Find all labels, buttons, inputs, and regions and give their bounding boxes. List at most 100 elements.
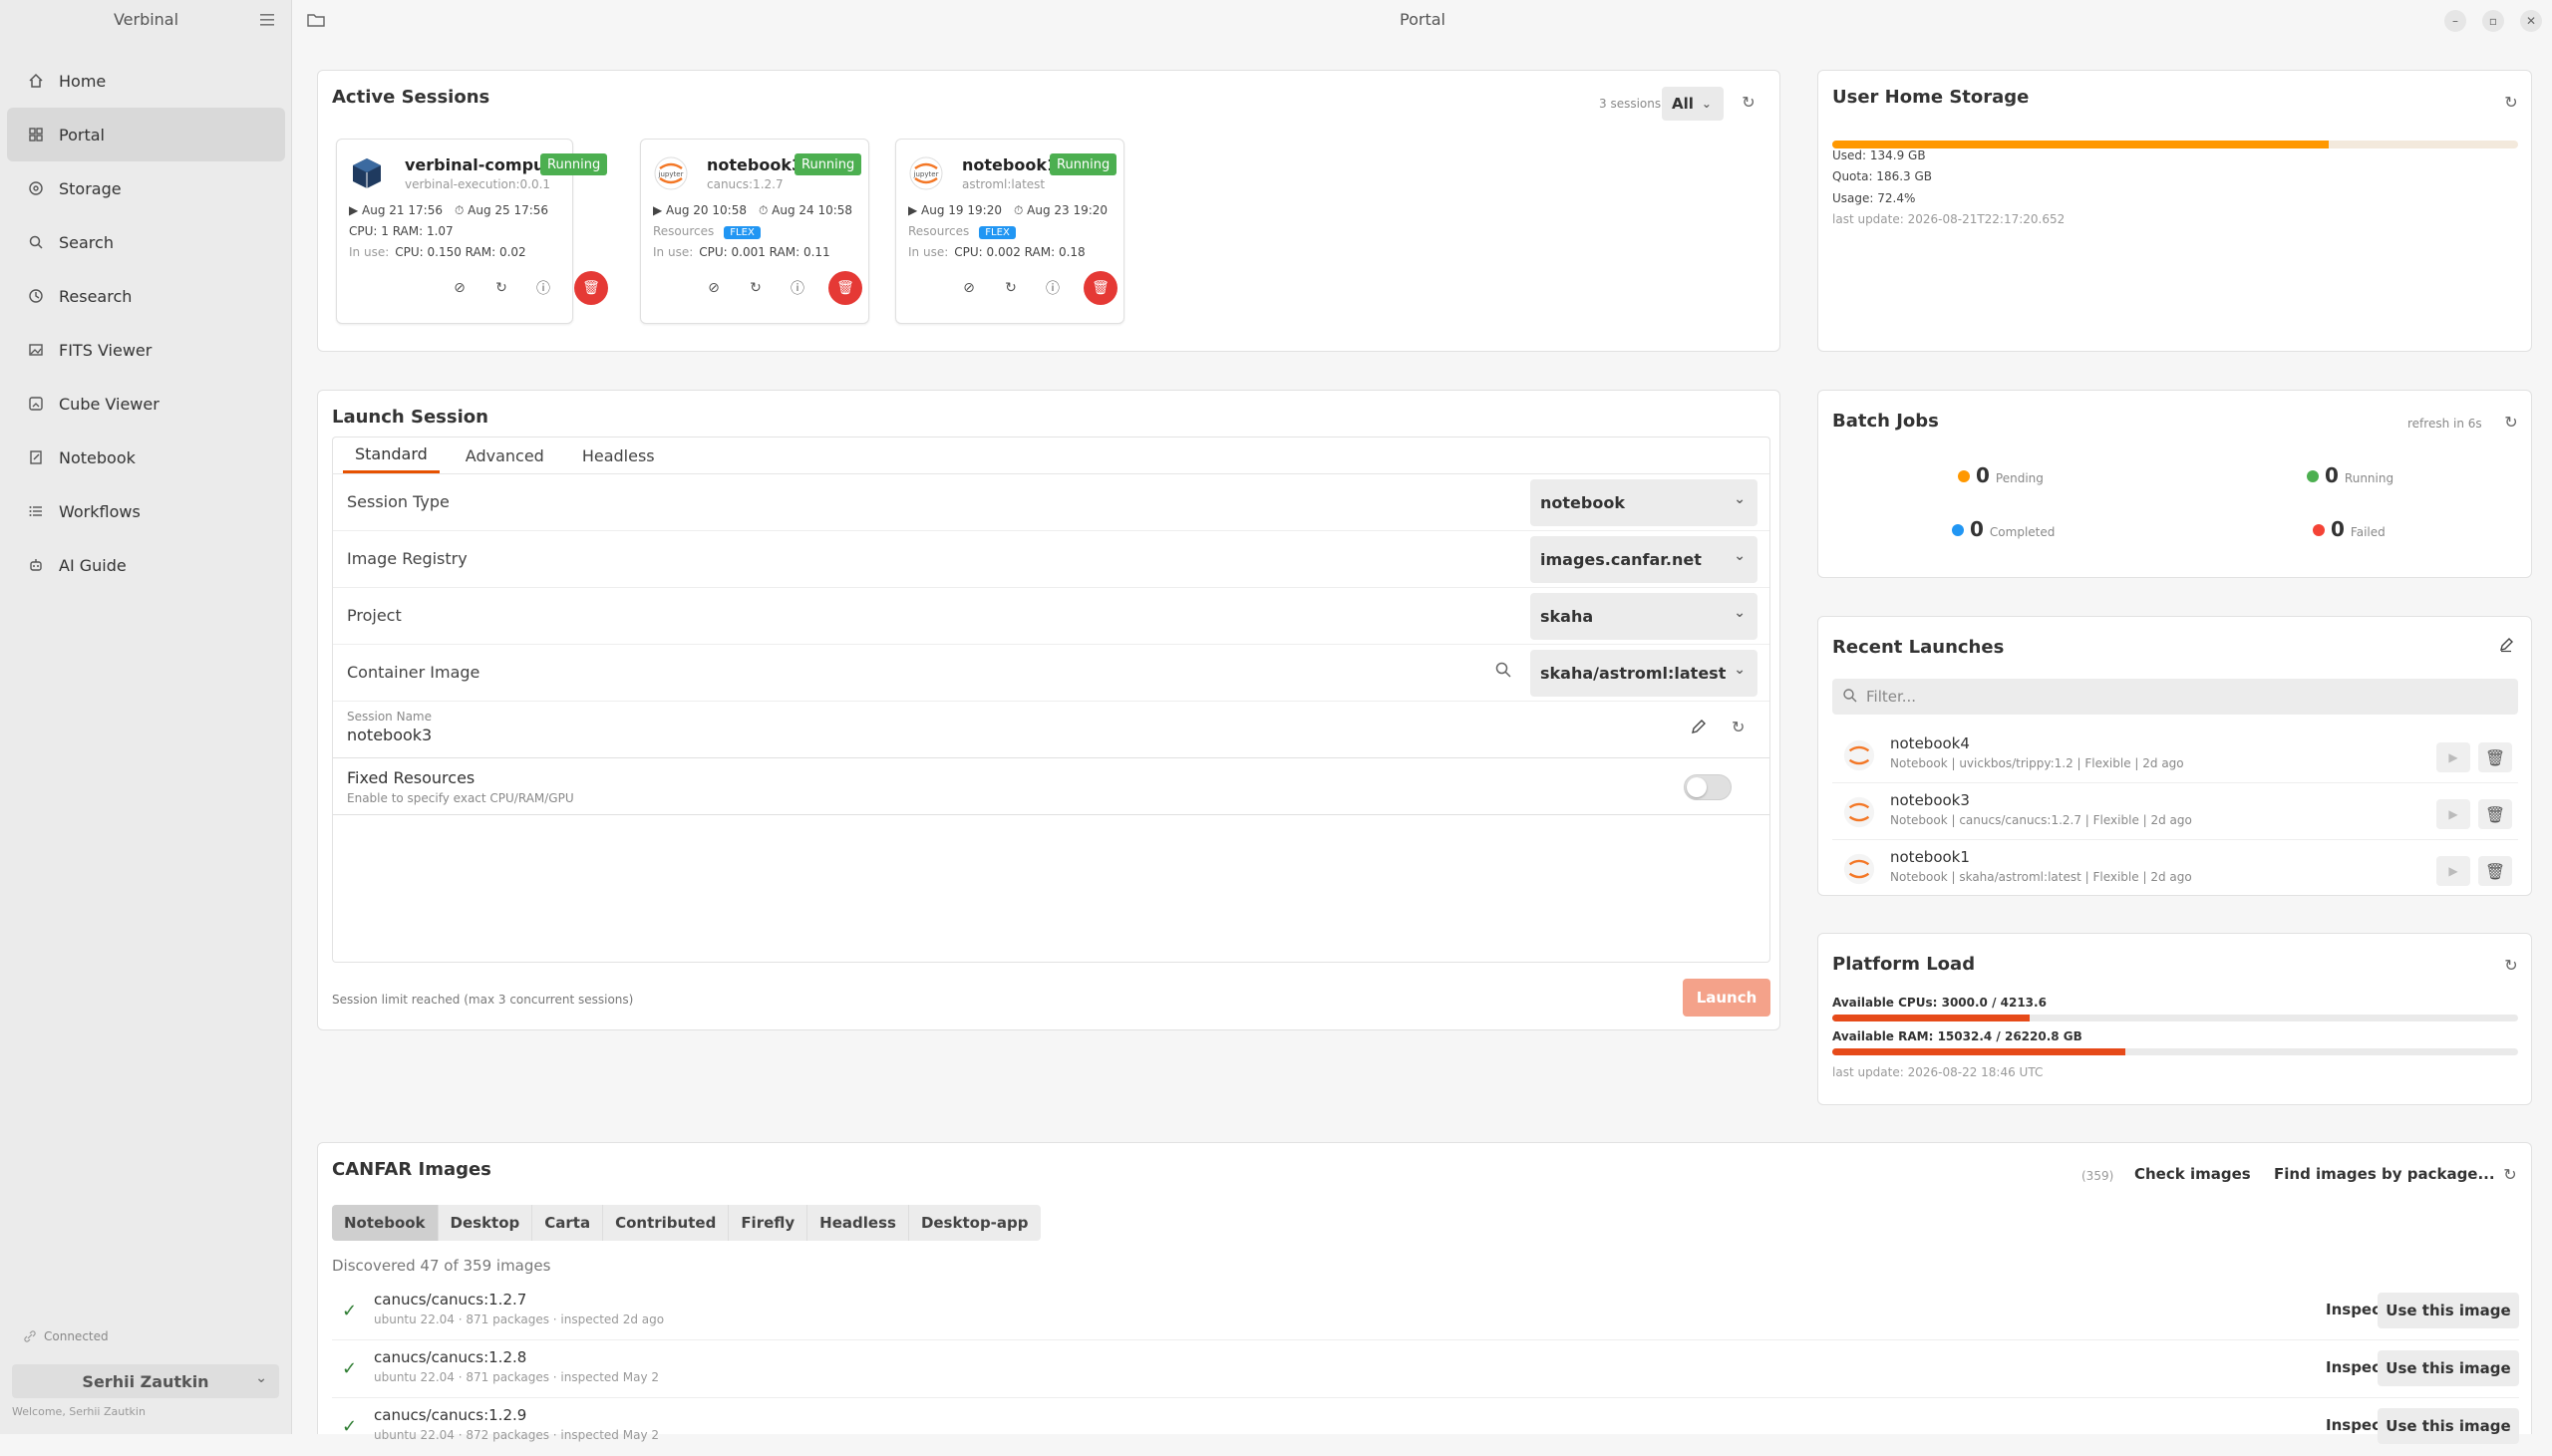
chevron-down-icon: ⌄ (255, 1370, 267, 1386)
storage-refresh-button[interactable]: ↻ (2500, 91, 2522, 113)
batch-refresh-button[interactable]: ↻ (2500, 411, 2522, 433)
container-image-select[interactable]: skaha/astroml:latest ⌄ (1530, 650, 1757, 697)
session-image: astroml:latest (962, 177, 1046, 191)
remove-recent-button[interactable]: 🗑 (2478, 856, 2512, 886)
sidebar-item-label: Home (59, 71, 107, 91)
user-menu-button[interactable]: Serhii Zautkin ⌄ (12, 1364, 279, 1398)
sidebar-item-ai-guide[interactable]: AI Guide (7, 538, 285, 592)
renew-session-button[interactable]: ↻ (745, 277, 767, 299)
open-session-button[interactable]: ⊘ (449, 277, 471, 299)
project-select[interactable]: skaha ⌄ (1530, 593, 1757, 640)
sidebar-item-home[interactable]: Home (7, 54, 285, 108)
sidebar-item-cube-viewer[interactable]: Cube Viewer (7, 377, 285, 431)
refresh-icon: ↻ (2504, 955, 2518, 975)
use-image-button[interactable]: Use this image (2378, 1293, 2519, 1328)
canfar-images-card: CANFAR Images (359) Check images Find im… (317, 1142, 2532, 1444)
tab-headless[interactable]: Headless (807, 1205, 909, 1241)
platform-refresh-button[interactable]: ↻ (2500, 954, 2522, 976)
clear-recent-button[interactable] (2498, 637, 2518, 657)
delete-session-button[interactable]: 🗑 (574, 271, 608, 305)
session-type-select[interactable]: notebook ⌄ (1530, 479, 1757, 526)
session-info-button[interactable]: ⓘ (1042, 277, 1064, 299)
refresh-icon: ↻ (750, 280, 762, 296)
chevron-down-icon: ⌄ (1734, 662, 1746, 678)
session-start: ▶ Aug 20 10:58 (653, 203, 747, 218)
session-info-button[interactable]: ⓘ (787, 277, 808, 299)
play-icon: ▶ (2448, 807, 2458, 821)
images-refresh-button[interactable]: ↻ (2499, 1163, 2521, 1185)
session-resources: Resources FLEX (653, 224, 761, 239)
clock-icon: ⏱ (758, 203, 773, 217)
sidebar-item-portal[interactable]: Portal (7, 108, 285, 161)
remove-recent-button[interactable]: 🗑 (2478, 742, 2512, 772)
recent-filter-input[interactable]: Filter... (1832, 679, 2518, 715)
inuse-value: CPU: 0.150 RAM: 0.02 (395, 245, 526, 259)
session-info-button[interactable]: ⓘ (532, 277, 554, 299)
sidebar-item-search[interactable]: Search (7, 215, 285, 269)
tab-notebook[interactable]: Notebook (332, 1205, 439, 1241)
sessions-refresh-button[interactable]: ↻ (1738, 91, 1759, 113)
session-start: ▶ Aug 21 17:56 (349, 203, 443, 218)
minimize-button[interactable]: – (2444, 10, 2466, 32)
open-session-button[interactable]: ⊘ (958, 277, 980, 299)
maximize-button[interactable]: ▫ (2482, 10, 2504, 32)
renew-session-button[interactable]: ↻ (490, 277, 512, 299)
toggle-knob (1687, 777, 1707, 797)
history-icon (27, 287, 45, 305)
trash-icon: 🗑 (836, 280, 854, 296)
delete-session-button[interactable]: 🗑 (828, 271, 862, 305)
recent-meta: Notebook | skaha/astroml:latest | Flexib… (1890, 870, 2192, 884)
flex-badge: FLEX (979, 226, 1016, 239)
fixed-resources-toggle[interactable] (1684, 774, 1732, 800)
table-row: ✓ canucs/canucs:1.2.8 ubuntu 22.04 · 871… (332, 1340, 2519, 1398)
tab-standard[interactable]: Standard (343, 437, 440, 473)
sidebar-item-storage[interactable]: Storage (7, 161, 285, 215)
use-image-button[interactable]: Use this image (2378, 1408, 2519, 1444)
compass-icon: ⊘ (454, 280, 466, 296)
open-session-button[interactable]: ⊘ (703, 277, 725, 299)
link-icon (24, 1330, 36, 1342)
tab-headless[interactable]: Headless (570, 437, 667, 473)
sidebar-toggle-button[interactable] (255, 8, 279, 32)
launch-session-card: Launch Session Standard Advanced Headles… (317, 390, 1780, 1030)
tab-firefly[interactable]: Firefly (729, 1205, 808, 1241)
session-name-input[interactable]: notebook3 (347, 726, 432, 744)
batch-stat-value: 0 (1970, 517, 1984, 541)
tab-desktop-app[interactable]: Desktop-app (909, 1205, 1041, 1241)
chevron-down-icon: ⌄ (1734, 491, 1746, 507)
launch-button[interactable]: Launch (1683, 979, 1770, 1017)
close-button[interactable]: ✕ (2520, 10, 2542, 32)
session-inuse: In use: CPU: 0.150 RAM: 0.02 (349, 245, 526, 259)
delete-session-button[interactable]: 🗑 (1084, 271, 1117, 305)
image-icon (27, 341, 45, 359)
menu-icon (260, 14, 274, 26)
sidebar-item-research[interactable]: Research (7, 269, 285, 323)
regenerate-name-button[interactable]: ↻ (1732, 718, 1754, 739)
relaunch-button[interactable]: ▶ (2436, 742, 2470, 772)
eraser-icon (2500, 638, 2513, 653)
use-image-button[interactable]: Use this image (2378, 1350, 2519, 1386)
image-registry-select[interactable]: images.canfar.net ⌄ (1530, 536, 1757, 583)
find-by-package-button[interactable]: Find images by package... (2274, 1165, 2495, 1183)
tab-desktop[interactable]: Desktop (439, 1205, 533, 1241)
relaunch-button[interactable]: ▶ (2436, 856, 2470, 886)
info-icon: ⓘ (1046, 281, 1060, 297)
resources-label: Resources (653, 224, 715, 238)
batch-stat-pending: 0 Pending (1958, 463, 2044, 487)
session-name: notebook1 (962, 155, 1059, 174)
storage-quota: Quota: 186.3 GB (1832, 169, 1933, 183)
sidebar-item-fits-viewer[interactable]: FITS Viewer (7, 323, 285, 377)
tab-advanced[interactable]: Advanced (454, 437, 556, 473)
sidebar-item-notebook[interactable]: Notebook (7, 431, 285, 484)
relaunch-button[interactable]: ▶ (2436, 799, 2470, 829)
check-images-button[interactable]: Check images (2134, 1165, 2251, 1183)
sidebar-item-workflows[interactable]: Workflows (7, 484, 285, 538)
sessions-filter-select[interactable]: All ⌄ (1662, 87, 1724, 121)
renew-session-button[interactable]: ↻ (1000, 277, 1022, 299)
remove-recent-button[interactable]: 🗑 (2478, 799, 2512, 829)
session-expiry-value: Aug 24 10:58 (772, 203, 853, 217)
image-search-button[interactable] (1494, 661, 1514, 681)
tab-contributed[interactable]: Contributed (603, 1205, 730, 1241)
edit-name-button[interactable] (1690, 718, 1712, 739)
tab-carta[interactable]: Carta (532, 1205, 604, 1241)
